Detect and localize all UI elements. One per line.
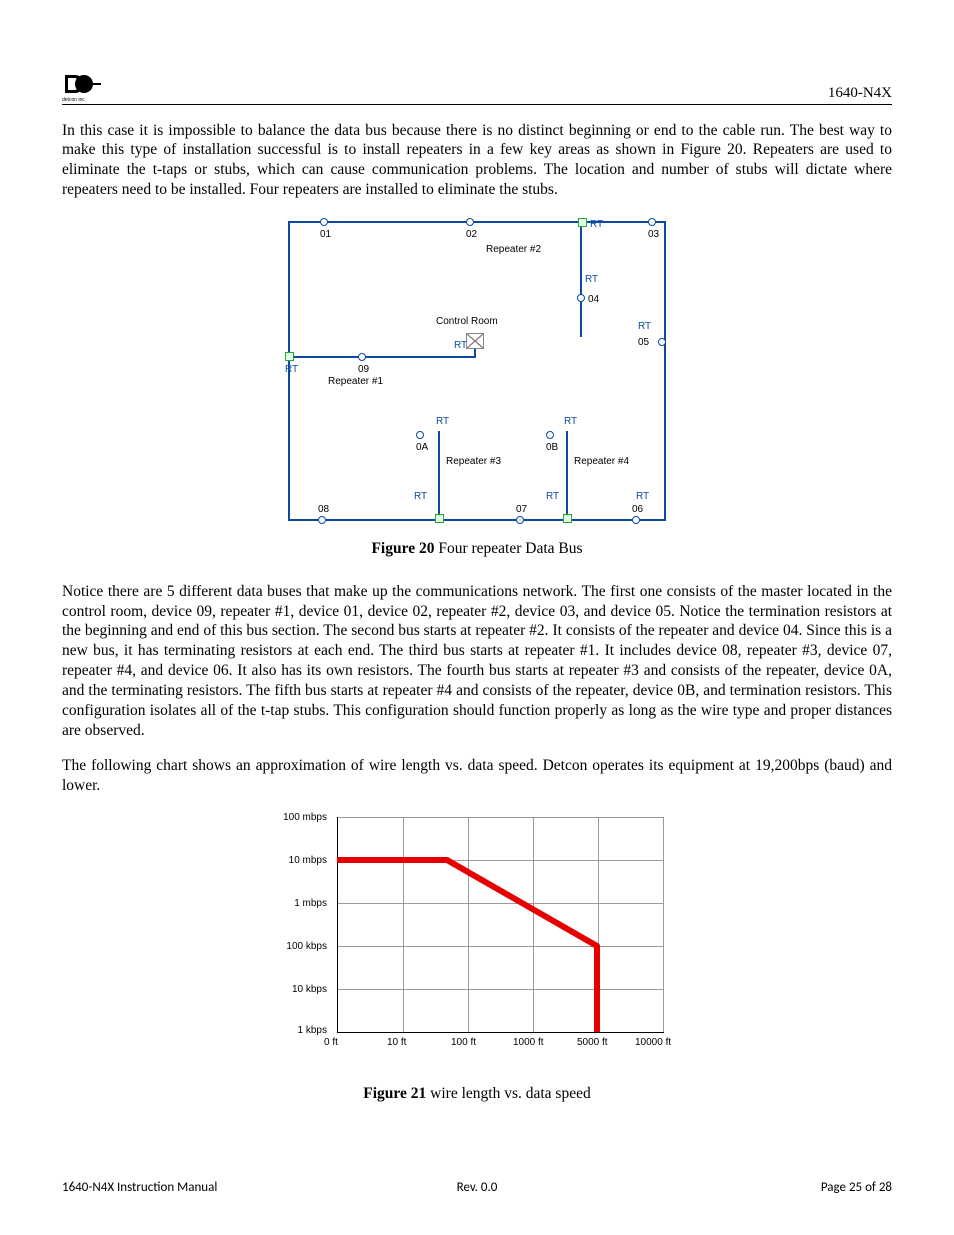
node-07: [516, 516, 524, 524]
repeater-3: [435, 514, 444, 523]
rt-label: RT: [454, 340, 467, 351]
page-header: detcon inc 1640-N4X: [62, 72, 892, 105]
node-04: [577, 294, 585, 302]
figure-20-wrapper: Control Room 01 02 RT Repeater #2 03 RT …: [62, 216, 892, 526]
paragraph-1: In this case it is impossible to balance…: [62, 121, 892, 200]
x-tick-label: 0 ft: [324, 1037, 338, 1048]
node-02-label: 02: [466, 229, 477, 240]
node-07-label: 07: [516, 504, 527, 515]
rt-label: RT: [414, 491, 427, 502]
repeater-1-label: Repeater #1: [328, 376, 383, 387]
repeater-4: [563, 514, 572, 523]
node-05: [658, 338, 666, 346]
paragraph-2: Notice there are 5 different data buses …: [62, 582, 892, 741]
node-0b: [546, 431, 554, 439]
page-footer: 1640-N4X Instruction Manual Rev. 0.0 Pag…: [62, 1180, 892, 1195]
node-09-label: 09: [358, 364, 369, 375]
bus-segment: [580, 222, 582, 337]
repeater-2: [578, 218, 587, 227]
repeater-4-label: Repeater #4: [574, 456, 629, 467]
rt-label: RT: [590, 219, 603, 230]
node-01: [320, 218, 328, 226]
bus-segment: [288, 356, 476, 358]
rt-label: RT: [585, 274, 598, 285]
node-06: [632, 516, 640, 524]
doc-id-label: 1640-N4X: [828, 85, 892, 102]
rt-label: RT: [436, 416, 449, 427]
figure-20-number: Figure 20: [371, 540, 434, 557]
x-tick-label: 1000 ft: [513, 1037, 544, 1048]
rt-label: RT: [285, 364, 298, 375]
repeater-2-label: Repeater #2: [486, 244, 541, 255]
node-08-label: 08: [318, 504, 329, 515]
x-tick-label: 100 ft: [451, 1037, 476, 1048]
figure-21-chart: 100 mbps 10 mbps 1 mbps 100 kbps 10 kbps…: [267, 812, 687, 1077]
x-tick-label: 10000 ft: [635, 1037, 671, 1048]
node-01-label: 01: [320, 229, 331, 240]
figure-21-caption: Figure 21 wire length vs. data speed: [62, 1085, 892, 1103]
y-tick-label: 1 mbps: [267, 898, 327, 909]
bus-segment: [566, 431, 568, 519]
y-tick-label: 100 kbps: [267, 941, 327, 952]
figure-21-number: Figure 21: [363, 1085, 426, 1102]
x-tick-label: 5000 ft: [577, 1037, 608, 1048]
chart-series-line: [337, 817, 663, 1032]
rt-label: RT: [636, 491, 649, 502]
x-tick-label: 10 ft: [387, 1037, 406, 1048]
y-tick-label: 10 kbps: [267, 984, 327, 995]
node-0a-label: 0A: [416, 442, 428, 453]
rt-label: RT: [638, 321, 651, 332]
figure-21-wrapper: 100 mbps 10 mbps 1 mbps 100 kbps 10 kbps…: [62, 812, 892, 1077]
node-03: [648, 218, 656, 226]
bus-segment: [438, 431, 440, 519]
company-logo: detcon inc: [62, 72, 104, 102]
node-06-label: 06: [632, 504, 643, 515]
figure-20-text: Four repeater Data Bus: [434, 540, 582, 557]
bus-outer-frame: [288, 221, 666, 521]
y-tick-label: 10 mbps: [267, 855, 327, 866]
figure-20-caption: Figure 20 Four repeater Data Bus: [62, 540, 892, 558]
repeater-3-label: Repeater #3: [446, 456, 501, 467]
node-04-label: 04: [588, 294, 599, 305]
y-tick-label: 1 kbps: [267, 1025, 327, 1036]
node-0b-label: 0B: [546, 442, 558, 453]
node-0a: [416, 431, 424, 439]
paragraph-3: The following chart shows an approximati…: [62, 756, 892, 796]
document-page: detcon inc 1640-N4X In this case it is i…: [0, 0, 954, 1235]
footer-page: Page 25 of 28: [615, 1180, 892, 1195]
footer-title: 1640-N4X Instruction Manual: [62, 1180, 339, 1195]
footer-revision: Rev. 0.0: [339, 1180, 616, 1195]
control-room-master: [466, 333, 484, 349]
figure-21-text: wire length vs. data speed: [426, 1085, 590, 1102]
control-room-label: Control Room: [436, 316, 498, 327]
node-05-label: 05: [638, 337, 649, 348]
node-08: [318, 516, 326, 524]
node-09: [358, 353, 366, 361]
rt-label: RT: [546, 491, 559, 502]
figure-20-diagram: Control Room 01 02 RT Repeater #2 03 RT …: [288, 216, 666, 526]
rt-label: RT: [564, 416, 577, 427]
y-tick-label: 100 mbps: [267, 812, 327, 823]
svg-text:detcon inc: detcon inc: [62, 97, 85, 102]
chart-gridline: [663, 817, 664, 1032]
node-02: [466, 218, 474, 226]
node-03-label: 03: [648, 229, 659, 240]
repeater-1: [285, 352, 294, 361]
